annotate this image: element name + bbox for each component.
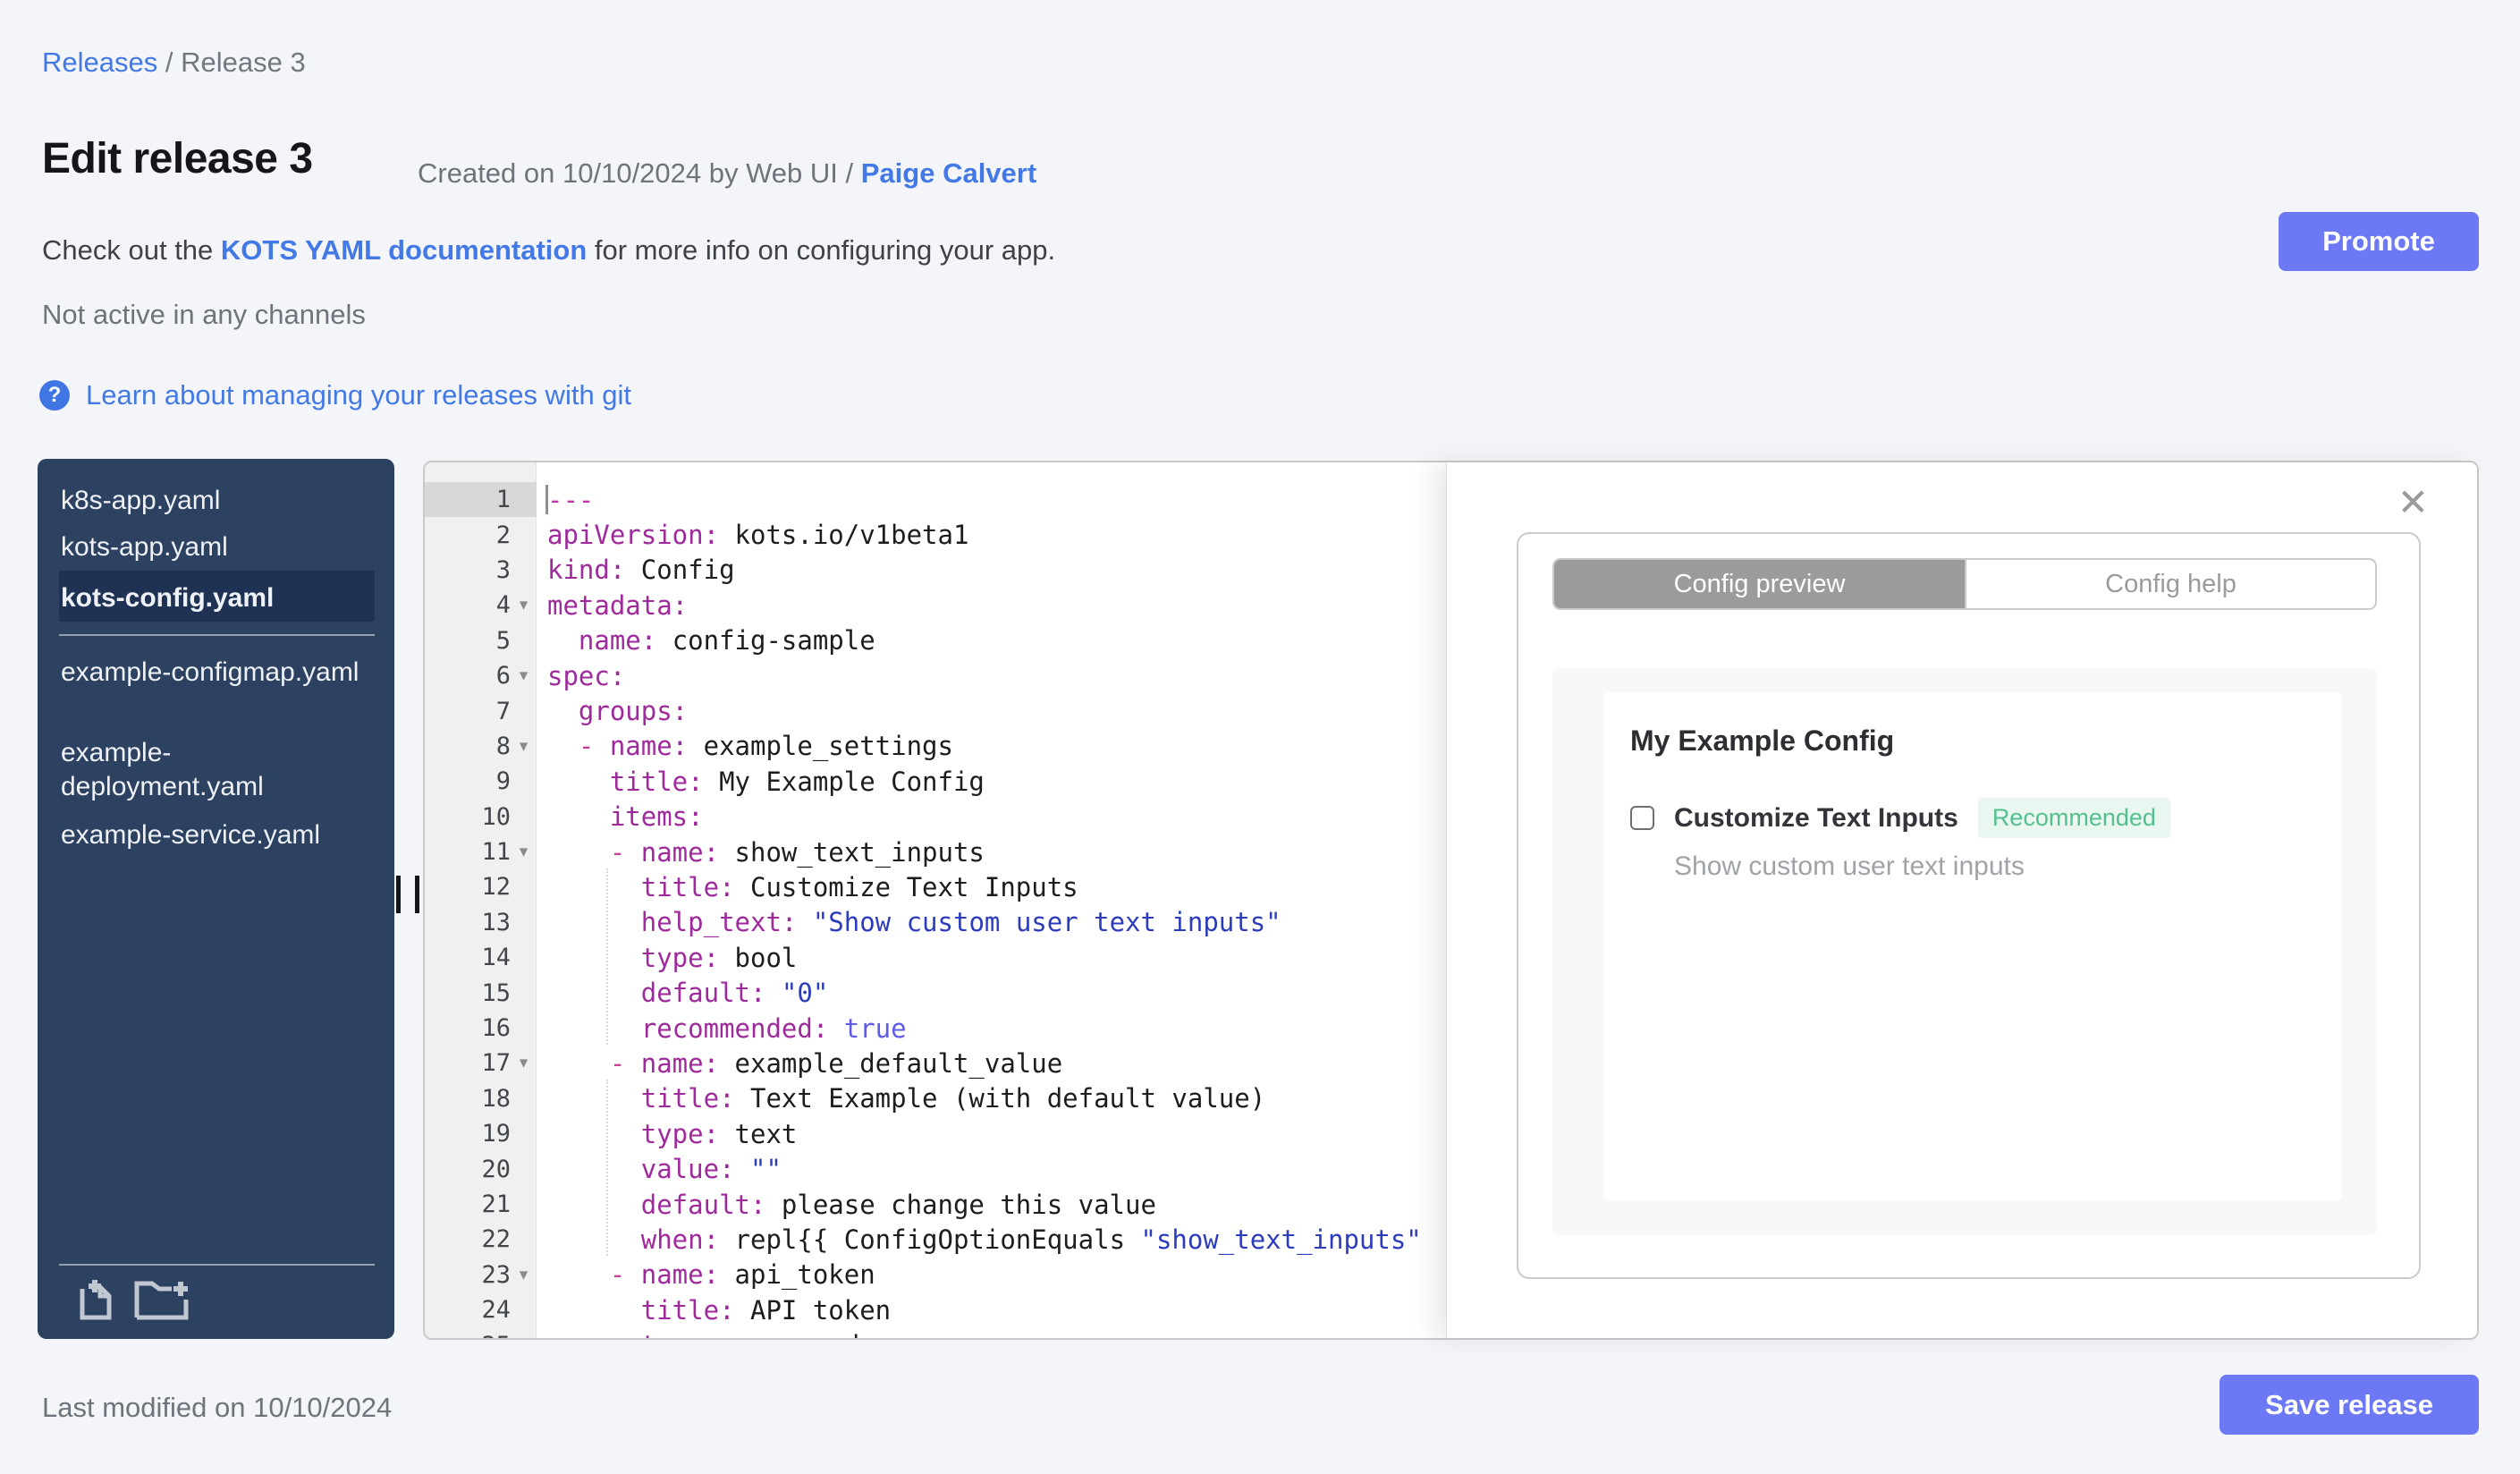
line-number: 22 [481, 1225, 511, 1254]
page-title: Edit release 3 [42, 135, 313, 182]
line-number: 9 [495, 767, 511, 796]
line-number: 23 [481, 1260, 511, 1289]
code-text: - name: show_text_inputs [609, 836, 985, 868]
kots-yaml-docs-link[interactable]: KOTS YAML documentation [221, 234, 587, 266]
new-folder-icon[interactable] [134, 1276, 193, 1321]
code-text: - name: api_token [609, 1259, 875, 1291]
code-text: title: Text Example (with default value) [640, 1083, 1266, 1114]
code-text: when: repl{{ ConfigOptionEquals "show_te… [640, 1224, 1422, 1255]
code-text: recommended: true [640, 1012, 907, 1044]
line-number: 2 [495, 521, 511, 549]
docs-hint: Check out the KOTS YAML documentation fo… [42, 234, 1056, 266]
line-number: 12 [481, 873, 511, 902]
breadcrumb-releases-link[interactable]: Releases [42, 47, 157, 78]
line-number: 4 [495, 591, 511, 620]
line-number: 7 [495, 697, 511, 725]
sidebar-divider [59, 1264, 375, 1266]
git-releases-link-row[interactable]: ? Learn about managing your releases wit… [39, 379, 631, 411]
line-number: 14 [481, 944, 511, 972]
breadcrumb-current: Release 3 [181, 47, 306, 78]
line-number: 25 [425, 1332, 511, 1338]
preview-viewport: My Example Config Customize Text Inputs … [1552, 668, 2377, 1235]
code-text: kind: Config [547, 555, 735, 586]
fold-arrow-icon[interactable]: ▾ [511, 665, 537, 686]
file-item[interactable]: example-deployment.yaml [61, 736, 359, 804]
channel-status: Not active in any channels [42, 299, 366, 330]
code-text: default: "0" [640, 978, 829, 1009]
close-icon[interactable]: ✕ [2397, 484, 2429, 521]
customize-text-inputs-checkbox[interactable] [1630, 806, 1654, 830]
save-release-button[interactable]: Save release [2220, 1375, 2479, 1435]
promote-button[interactable]: Promote [2279, 212, 2479, 271]
line-number: 17 [481, 1049, 511, 1078]
code-text: groups: [578, 696, 689, 727]
line-number: 1 [495, 486, 511, 514]
fold-arrow-icon[interactable]: ▾ [511, 1053, 537, 1073]
code-text: type: text [640, 1118, 798, 1149]
created-text: Created on 10/10/2024 by Web UI / [418, 157, 861, 189]
code-text: spec: [547, 660, 626, 691]
line-number: 19 [481, 1120, 511, 1148]
file-item[interactable]: kots-config.yaml [61, 581, 359, 615]
file-item[interactable]: k8s-app.yaml [61, 484, 359, 518]
code-text: - name: example_settings [578, 731, 953, 762]
line-number: 16 [481, 1014, 511, 1043]
sidebar-resize-handle[interactable] [396, 876, 419, 913]
line-number: 8 [495, 732, 511, 760]
code-text: type: password [537, 1330, 859, 1338]
line-number: 10 [481, 802, 511, 831]
line-number: 5 [495, 626, 511, 655]
line-number: 18 [481, 1084, 511, 1113]
config-item-row: Customize Text Inputs Recommended [1630, 798, 2170, 838]
line-number: 15 [481, 978, 511, 1007]
line-number: 13 [481, 908, 511, 936]
fold-arrow-icon[interactable]: ▾ [511, 1265, 537, 1285]
code-text: title: Customize Text Inputs [640, 871, 1078, 902]
breadcrumb-separator: / [165, 47, 173, 78]
file-item[interactable]: example-configmap.yaml [61, 656, 359, 690]
text-cursor [545, 485, 548, 514]
line-number: 20 [481, 1155, 511, 1183]
code-text: help_text: "Show custom user text inputs… [640, 907, 1281, 938]
tab-config-preview[interactable]: Config preview [1554, 560, 1965, 608]
code-text: metadata: [547, 589, 689, 621]
created-info: Created on 10/10/2024 by Web UI / Paige … [418, 157, 1036, 190]
line-number: 21 [481, 1190, 511, 1218]
line-number: 6 [495, 662, 511, 690]
code-text: name: config-sample [578, 625, 875, 657]
code-text: value: "" [640, 1154, 782, 1185]
preview-card: Config preview Config help My Example Co… [1517, 532, 2421, 1279]
git-releases-link[interactable]: Learn about managing your releases with … [86, 379, 631, 411]
config-item-label: Customize Text Inputs [1674, 802, 1958, 833]
line-number: 24 [481, 1296, 511, 1325]
new-file-icon[interactable] [79, 1276, 118, 1321]
line-number: 11 [481, 838, 511, 867]
author-link[interactable]: Paige Calvert [861, 157, 1036, 189]
code-text: title: API token [640, 1294, 892, 1326]
breadcrumb: Releases / Release 3 [42, 47, 306, 79]
code-text: - name: example_default_value [609, 1047, 1063, 1079]
config-preview-panel: ✕ Config preview Config help My Example … [1446, 462, 2477, 1338]
config-group-card: My Example Config Customize Text Inputs … [1603, 692, 2342, 1200]
help-icon: ? [39, 380, 70, 411]
file-sidebar: k8s-app.yaml kots-app.yaml kots-config.yam… [38, 459, 394, 1339]
line-number: 3 [495, 555, 511, 584]
tab-config-help[interactable]: Config help [1965, 560, 2375, 608]
code-text: items: [609, 801, 704, 833]
code-text: default: please change this value [640, 1189, 1156, 1220]
config-group-title: My Example Config [1630, 724, 1895, 757]
recommended-badge: Recommended [1977, 798, 2170, 838]
sidebar-divider [59, 634, 375, 636]
code-text: type: bool [640, 942, 798, 973]
fold-arrow-icon[interactable]: ▾ [511, 736, 537, 757]
last-modified-text: Last modified on 10/10/2024 [42, 1392, 393, 1423]
fold-arrow-icon[interactable]: ▾ [511, 595, 537, 615]
file-item[interactable]: kots-app.yaml [61, 530, 359, 564]
fold-arrow-icon[interactable]: ▾ [511, 842, 537, 862]
file-item[interactable]: example-service.yaml [61, 818, 359, 852]
config-item-help-text: Show custom user text inputs [1674, 851, 2025, 881]
code-text: title: My Example Config [609, 766, 985, 797]
code-text: apiVersion: kots.io/v1beta1 [547, 520, 969, 551]
preview-tabs: Config preview Config help [1552, 558, 2377, 610]
